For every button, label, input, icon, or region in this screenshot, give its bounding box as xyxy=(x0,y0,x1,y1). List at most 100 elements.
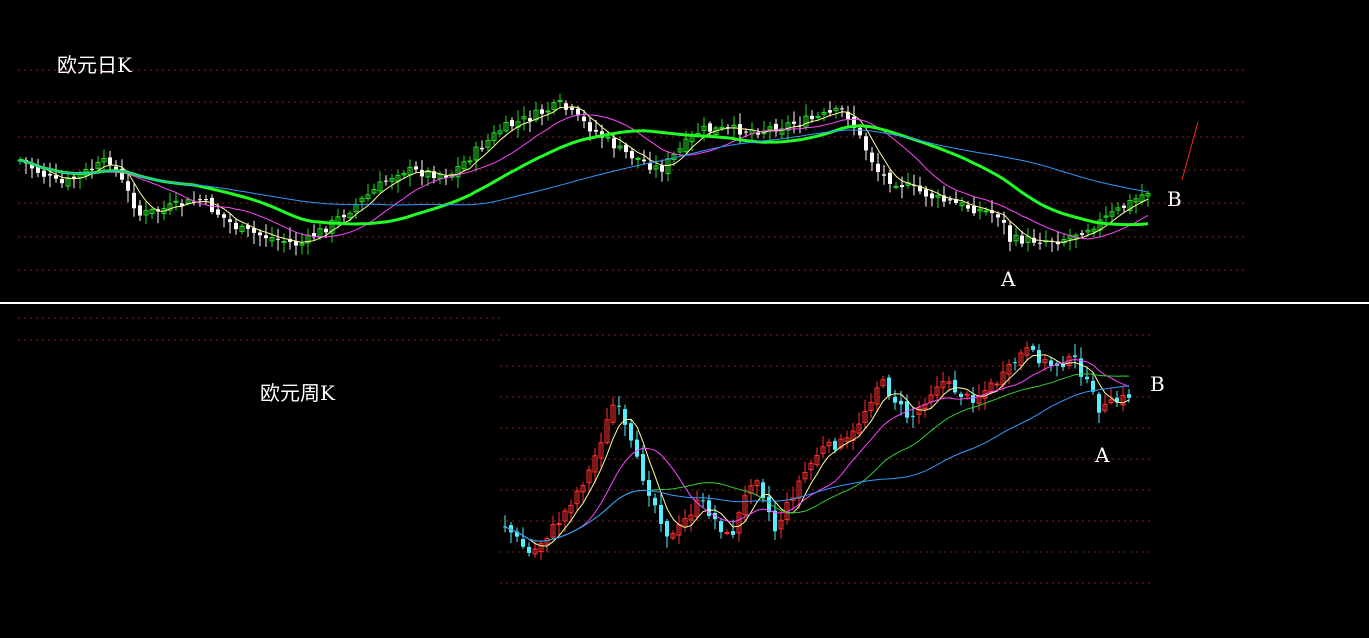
daily-candle xyxy=(888,172,892,184)
daily-candle xyxy=(132,192,136,209)
daily-candle xyxy=(983,210,989,213)
daily-candle xyxy=(545,110,551,113)
daily-red-trend-line xyxy=(1181,121,1199,181)
weekly-candle xyxy=(1097,393,1101,413)
weekly-candle xyxy=(1013,362,1017,364)
daily-candle xyxy=(108,157,112,165)
daily-candle xyxy=(90,168,94,171)
weekly-candle xyxy=(953,379,957,393)
daily-candle xyxy=(642,159,646,162)
weekly-chart-title: 欧元周K xyxy=(260,381,335,405)
weekly-candle xyxy=(905,401,909,418)
daily-candle xyxy=(420,170,424,177)
daily-candle xyxy=(870,152,874,163)
daily-candle xyxy=(900,185,904,188)
daily-candle xyxy=(342,214,346,218)
daily-ma-mid xyxy=(19,113,1149,240)
weekly-candle xyxy=(971,395,975,403)
weekly-candle xyxy=(1085,376,1089,380)
daily-candle xyxy=(234,222,238,230)
daily-candle xyxy=(1080,233,1084,235)
weekly-candle xyxy=(893,396,897,403)
weekly-candle xyxy=(617,405,621,407)
daily-candle xyxy=(564,103,568,110)
daily-candle xyxy=(264,235,268,239)
daily-candle xyxy=(582,116,586,122)
daily-candle xyxy=(576,108,580,115)
daily-candle xyxy=(258,232,262,236)
weekly-candle xyxy=(887,377,891,396)
daily-candle xyxy=(792,121,796,124)
daily-candle xyxy=(858,127,862,136)
daily-candle xyxy=(738,124,742,135)
daily-candle xyxy=(624,144,628,152)
daily-candle xyxy=(876,163,880,173)
daily-candle xyxy=(648,163,652,170)
daily-candle xyxy=(810,115,814,120)
weekly-candle xyxy=(994,383,1000,386)
daily-candle xyxy=(216,209,220,215)
daily-candle xyxy=(198,199,202,201)
weekly-candle xyxy=(899,400,903,405)
chart-canvas xyxy=(0,69,1369,584)
daily-candle xyxy=(414,166,418,170)
daily-candle xyxy=(708,123,712,132)
daily-ma-long xyxy=(19,124,1149,227)
weekly-candle xyxy=(731,531,735,535)
daily-candle xyxy=(1038,242,1042,244)
daily-ma-blue xyxy=(19,129,1149,206)
daily-candle xyxy=(510,120,514,127)
daily-candle xyxy=(864,136,868,151)
weekly-candle xyxy=(1073,355,1077,357)
weekly-candle xyxy=(833,440,837,450)
weekly-candle xyxy=(653,497,657,506)
weekly-marker-b: B xyxy=(1150,372,1165,396)
weekly-candle xyxy=(527,546,531,553)
daily-candle xyxy=(612,138,616,149)
daily-candle xyxy=(42,170,46,177)
daily-candle xyxy=(1002,220,1006,223)
daily-candle xyxy=(222,214,226,218)
daily-candle xyxy=(570,107,574,110)
daily-candle xyxy=(744,131,748,133)
daily-candle xyxy=(228,219,232,223)
daily-candle xyxy=(480,147,484,150)
daily-marker-b: B xyxy=(1167,187,1182,211)
weekly-candles xyxy=(503,341,1131,560)
daily-chart-title: 欧元日K xyxy=(57,53,132,77)
daily-candle xyxy=(557,100,563,103)
daily-candle xyxy=(138,205,142,216)
daily-candle xyxy=(467,160,473,163)
weekly-candle xyxy=(521,539,525,547)
daily-candle xyxy=(540,109,544,114)
weekly-candle xyxy=(659,504,663,524)
daily-candle xyxy=(276,238,280,240)
daily-candle xyxy=(966,205,970,209)
daily-candle xyxy=(924,189,928,197)
daily-candles xyxy=(17,93,1151,256)
daily-candle xyxy=(828,110,832,113)
weekly-candle xyxy=(1127,394,1131,398)
daily-candle xyxy=(210,197,214,212)
daily-candle xyxy=(893,185,899,188)
daily-grid xyxy=(18,69,1248,341)
daily-candle xyxy=(384,180,388,182)
daily-candle xyxy=(324,228,328,233)
daily-candle xyxy=(204,199,208,201)
weekly-candle xyxy=(959,393,963,397)
daily-candle xyxy=(1122,205,1126,208)
weekly-candle xyxy=(1031,345,1035,350)
daily-candle xyxy=(48,174,52,176)
daily-candle xyxy=(54,175,58,179)
daily-candle xyxy=(882,174,886,176)
weekly-candle xyxy=(773,510,777,532)
daily-candle xyxy=(60,179,64,184)
weekly-candle xyxy=(647,480,651,496)
weekly-candle xyxy=(641,453,645,481)
daily-candle xyxy=(594,129,598,132)
weekly-candle xyxy=(1037,349,1041,364)
daily-candle xyxy=(630,150,634,159)
daily-candle xyxy=(930,193,934,199)
weekly-candle xyxy=(911,415,915,417)
daily-candle xyxy=(281,240,287,243)
